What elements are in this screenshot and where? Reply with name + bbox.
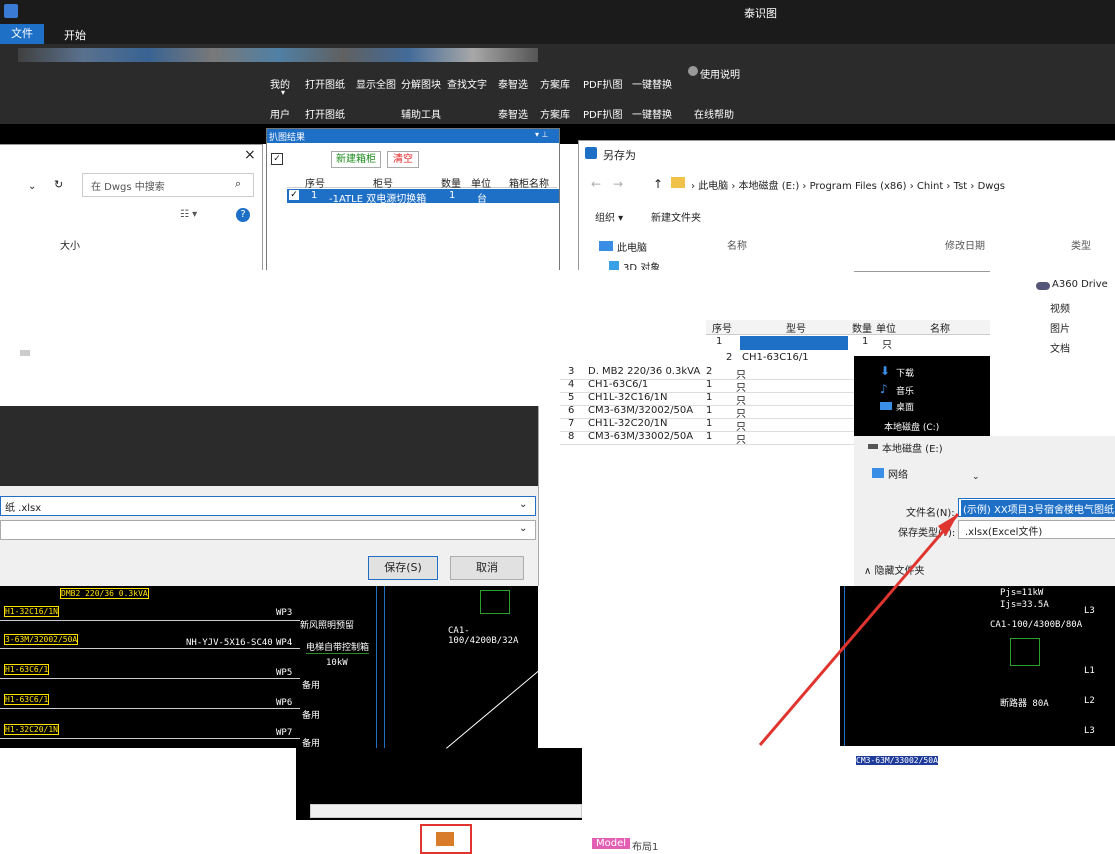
tab-layout[interactable]: 布局1 [632, 838, 658, 853]
arrow-line [758, 513, 960, 746]
tab-model[interactable]: Model [592, 838, 631, 849]
annotation-arrow [758, 513, 960, 746]
